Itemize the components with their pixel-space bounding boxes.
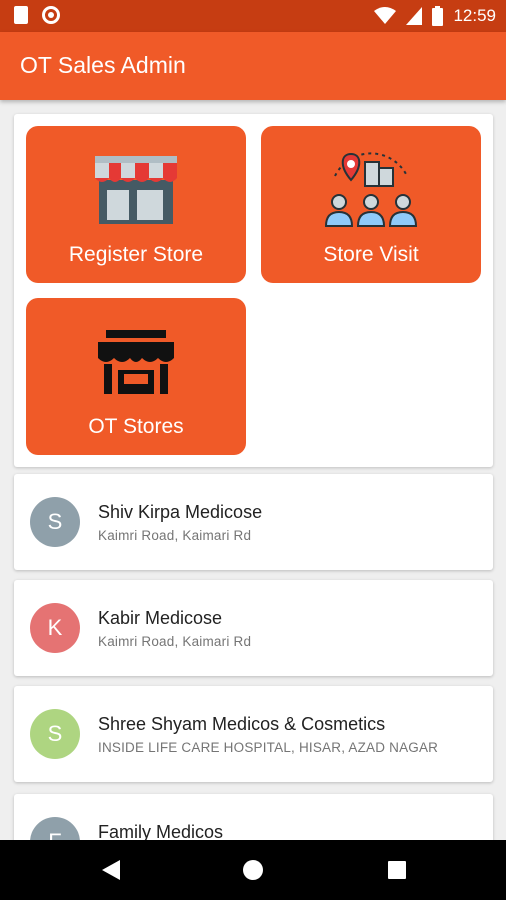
wifi-icon [374, 7, 397, 24]
avatar: F [30, 817, 80, 840]
list-item[interactable]: S Shiv Kirpa Medicose Kaimri Road, Kaima… [14, 474, 493, 570]
battery-icon [432, 6, 444, 26]
store-address: Kaimri Road, Kaimari Rd [98, 528, 252, 543]
store-visit-tile[interactable]: Store Visit [261, 126, 481, 283]
avatar: S [30, 709, 80, 759]
recents-icon[interactable] [386, 858, 408, 882]
store-name: Family Medicos [98, 822, 224, 840]
navigation-bar [0, 840, 506, 900]
tile-label: Store Visit [323, 243, 419, 266]
store-address: Kaimri Road, Kaimari Rd [98, 634, 252, 649]
signal-icon [406, 7, 423, 25]
tile-label: OT Stores [88, 415, 184, 438]
store-address: INSIDE LIFE CARE HOSPITAL, HISAR, AZAD N… [98, 740, 439, 755]
storefront-icon [95, 156, 177, 224]
app-title: OT Sales Admin [20, 52, 186, 78]
record-icon [42, 6, 60, 24]
list-item[interactable]: K Kabir Medicose Kaimri Road, Kaimari Rd [14, 580, 493, 676]
menu-card: Register Store Store Visit OT Stores [14, 114, 493, 467]
avatar: K [30, 603, 80, 653]
tile-label: Register Store [68, 243, 204, 266]
back-icon[interactable] [100, 858, 122, 882]
status-bar: 12:59 [0, 0, 506, 32]
main-content: Register Store Store Visit OT Stores S S… [0, 100, 506, 840]
avatar: S [30, 497, 80, 547]
store-name: Kabir Medicose [98, 608, 223, 628]
clock: 12:59 [453, 6, 496, 25]
ot-stores-tile[interactable]: OT Stores [26, 298, 246, 455]
list-item[interactable]: F Family Medicos [14, 794, 493, 840]
home-icon[interactable] [242, 858, 264, 882]
document-icon [14, 6, 28, 24]
app-bar: OT Sales Admin [0, 32, 506, 100]
register-store-tile[interactable]: Register Store [26, 126, 246, 283]
store-name: Shiv Kirpa Medicose [98, 502, 263, 522]
shop-icon [98, 330, 174, 394]
list-item[interactable]: S Shree Shyam Medicos & Cosmetics INSIDE… [14, 686, 493, 782]
store-name: Shree Shyam Medicos & Cosmetics [98, 714, 386, 734]
store-visit-icon [324, 152, 418, 227]
